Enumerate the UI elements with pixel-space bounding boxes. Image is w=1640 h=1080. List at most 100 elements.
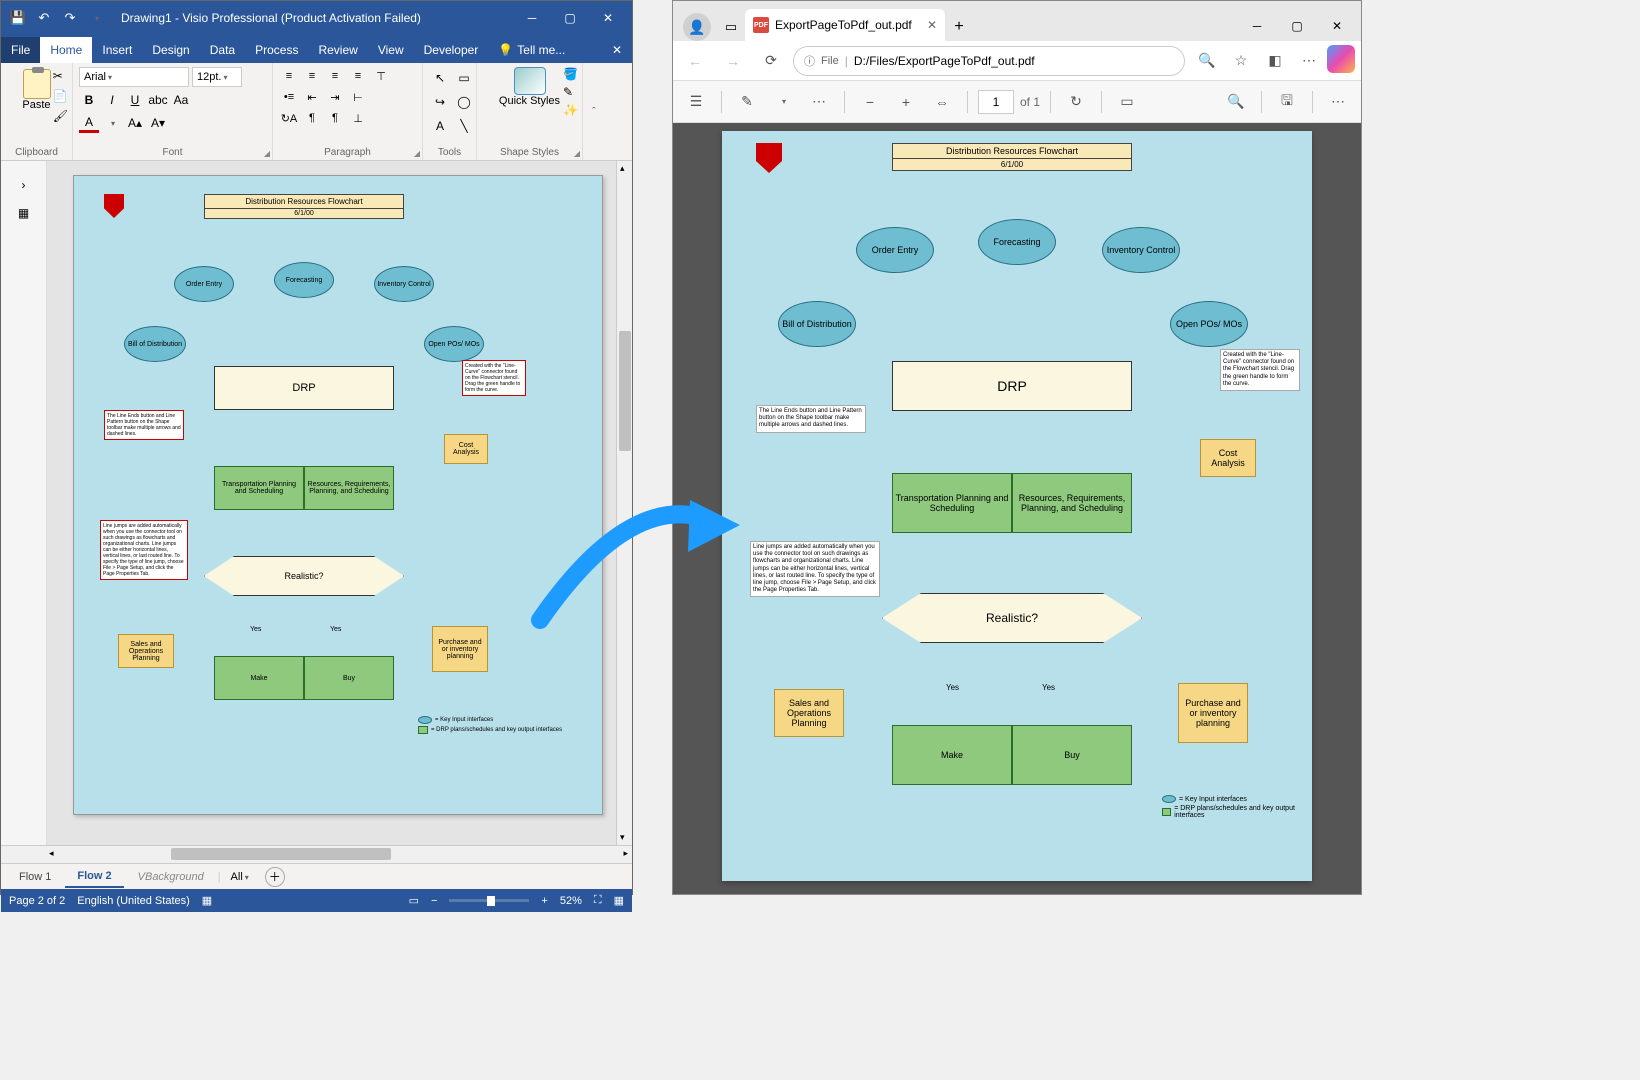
hscroll-thumb[interactable] — [171, 848, 391, 860]
profile-button[interactable]: 👤 — [683, 13, 711, 41]
increase-indent-button[interactable]: ⇥ — [325, 88, 345, 106]
tab-data[interactable]: Data — [200, 37, 245, 63]
drawing-page[interactable]: Distribution Resources Flowchart 6/1/00 … — [73, 175, 603, 815]
tab-insert[interactable]: Insert — [92, 37, 142, 63]
grow-font-button[interactable]: A▴ — [125, 113, 145, 133]
tab-review[interactable]: Review — [308, 37, 367, 63]
copy-icon[interactable]: 📄 — [53, 89, 68, 103]
zoom-level[interactable]: 52% — [560, 895, 582, 907]
node-purchase-inv[interactable]: Purchase and or inventory planning — [432, 626, 488, 672]
shrink-font-button[interactable]: A▾ — [148, 113, 168, 133]
scroll-right-icon[interactable]: ▸ — [623, 848, 628, 859]
decrease-indent-button[interactable]: ⇤ — [302, 88, 322, 106]
rectangle-tool-button[interactable]: ▭ — [453, 67, 475, 89]
tab-process[interactable]: Process — [245, 37, 308, 63]
align-center-button[interactable]: ≡ — [302, 67, 322, 85]
node-buy[interactable]: Buy — [304, 656, 394, 700]
undo-icon[interactable]: ↶ — [33, 7, 55, 29]
forward-button[interactable]: → — [717, 45, 749, 77]
new-tab-button[interactable]: + — [945, 13, 973, 41]
bold-button[interactable]: B — [79, 90, 99, 110]
shapes-expand-icon[interactable]: › — [12, 173, 36, 197]
tab-actions-icon[interactable]: ▭ — [717, 13, 745, 41]
stencil-icon[interactable]: ▦ — [12, 201, 36, 225]
fit-width-icon[interactable]: ⇔ — [927, 87, 957, 117]
redo-icon[interactable]: ↷ — [59, 7, 81, 29]
ellipse-tool-button[interactable]: ◯ — [453, 91, 475, 113]
tab-home[interactable]: Home — [40, 37, 92, 63]
tab-design[interactable]: Design — [142, 37, 199, 63]
tell-me-search[interactable]: 💡Tell me... — [488, 37, 575, 63]
quick-styles-button[interactable]: Quick Styles — [483, 67, 576, 107]
node-bill-of-distribution[interactable]: Bill of Distribution — [124, 326, 186, 362]
node-resources[interactable]: Resources, Requirements, Planning, and S… — [304, 466, 394, 510]
node-make[interactable]: Make — [214, 656, 304, 700]
fit-page-icon[interactable]: ⛶ — [594, 894, 602, 907]
node-forecasting[interactable]: Forecasting — [274, 262, 334, 298]
qat-customize-icon[interactable] — [85, 7, 107, 29]
font-color-button[interactable]: A — [79, 113, 99, 133]
pdf-zoom-out-button[interactable]: − — [855, 87, 885, 117]
node-realistic[interactable]: Realistic? — [204, 556, 404, 596]
align-right-button[interactable]: ≡ — [325, 67, 345, 85]
zoom-out-button[interactable]: − — [431, 895, 437, 907]
line-tool-button[interactable]: ╲ — [453, 115, 475, 137]
node-drp[interactable]: DRP — [214, 366, 394, 410]
macro-record-icon[interactable]: ▦ — [202, 894, 212, 907]
tab-close-icon[interactable]: ✕ — [927, 18, 937, 32]
align-vtop-button[interactable]: ⊤ — [371, 67, 391, 85]
save-icon[interactable]: 💾 — [7, 7, 29, 29]
font-group-launcher-icon[interactable]: ◢ — [264, 149, 270, 158]
add-page-button[interactable]: ＋ — [265, 867, 285, 887]
tab-developer[interactable]: Developer — [414, 37, 489, 63]
settings-menu-button[interactable]: ⋯ — [1293, 45, 1325, 77]
status-language[interactable]: English (United States) — [77, 895, 190, 907]
underline-button[interactable]: U — [125, 90, 145, 110]
pointer-tool-button[interactable]: ↖ — [429, 67, 451, 89]
align-justify-button[interactable]: ≡ — [348, 67, 368, 85]
collapse-ribbon-icon[interactable]: ˆ — [583, 63, 605, 160]
page-view-icon[interactable]: ▭ — [1112, 87, 1142, 117]
find-icon[interactable]: 🔍 — [1221, 87, 1251, 117]
browser-maximize-button[interactable]: ▢ — [1277, 11, 1317, 41]
tab-file[interactable]: File — [1, 37, 40, 63]
strikethrough-button[interactable]: abc — [148, 90, 168, 110]
pdf-more-icon[interactable]: ⋯ — [1323, 87, 1353, 117]
horizontal-scrollbar[interactable]: ◂ ▸ — [1, 845, 632, 863]
bullets-button[interactable]: •≡ — [279, 88, 299, 106]
rotate-icon[interactable]: ↻ — [1061, 87, 1091, 117]
text-highlight-button[interactable]: Aa — [171, 90, 191, 110]
scroll-left-icon[interactable]: ◂ — [49, 848, 54, 859]
minimize-button[interactable]: ─ — [514, 5, 550, 31]
text-tool-button[interactable]: A — [429, 115, 451, 137]
effects-button[interactable]: ✨ — [563, 103, 578, 117]
save-pdf-icon[interactable]: 🖫 — [1272, 87, 1302, 117]
cut-icon[interactable]: ✂ — [53, 69, 68, 83]
node-cost-analysis[interactable]: Cost Analysis — [444, 434, 488, 464]
tab-view[interactable]: View — [368, 37, 414, 63]
node-transport[interactable]: Transportation Planning and Scheduling — [214, 466, 304, 510]
format-painter-icon[interactable]: 🖌 — [53, 109, 68, 123]
browser-tab[interactable]: PDF ExportPageToPdf_out.pdf ✕ — [745, 9, 945, 41]
font-size-combo[interactable]: 12pt. — [192, 67, 242, 87]
italic-button[interactable]: I — [102, 90, 122, 110]
site-info-icon[interactable]: ⓘ — [804, 53, 815, 69]
node-open-pos[interactable]: Open POs/ MOs — [424, 326, 484, 362]
paragraph-group-launcher-icon[interactable]: ◢ — [414, 149, 420, 158]
font-color-dropdown[interactable] — [102, 113, 122, 133]
maximize-button[interactable]: ▢ — [552, 5, 588, 31]
connector-tool-button[interactable]: ↪ — [429, 91, 451, 113]
styles-group-launcher-icon[interactable]: ◢ — [574, 149, 580, 158]
align-left-button[interactable]: ≡ — [279, 67, 299, 85]
node-order-entry[interactable]: Order Entry — [174, 266, 234, 302]
more-tools-icon[interactable]: ⋯ — [804, 87, 834, 117]
draw-icon[interactable]: ✎ — [732, 87, 762, 117]
align-vbottom-button[interactable]: ⊥ — [348, 109, 368, 127]
align-vmiddle-button[interactable]: ⊢ — [348, 88, 368, 106]
scroll-up-icon[interactable]: ▴ — [620, 163, 625, 174]
scroll-down-icon[interactable]: ▾ — [620, 832, 625, 843]
node-sales-ops[interactable]: Sales and Operations Planning — [118, 634, 174, 668]
zoom-indicator-icon[interactable]: 🔍 — [1191, 45, 1223, 77]
pdf-zoom-in-button[interactable]: + — [891, 87, 921, 117]
copilot-icon[interactable] — [1327, 45, 1355, 73]
